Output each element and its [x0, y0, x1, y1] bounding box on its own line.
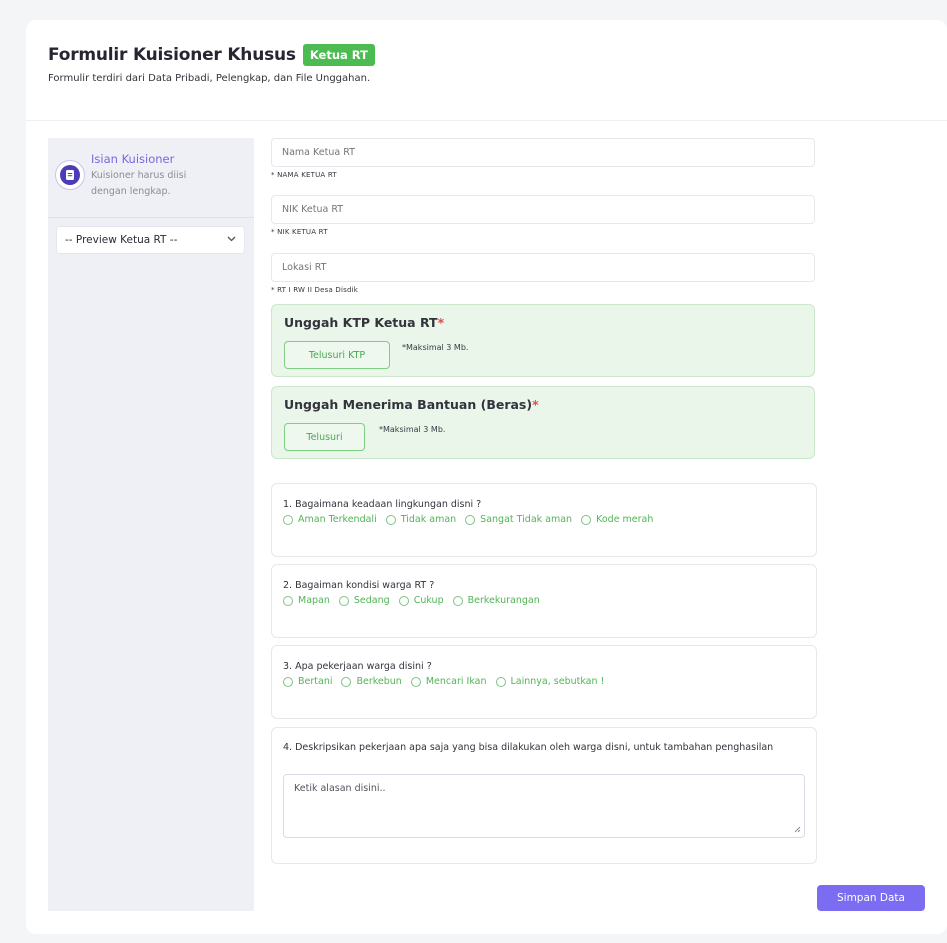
radio-option[interactable]: Kode merah	[581, 514, 653, 525]
upload-ktp-title: Unggah KTP Ketua RT*	[284, 315, 445, 330]
document-icon	[55, 160, 85, 190]
textarea-placeholder: Ketik alasan disini..	[294, 783, 386, 794]
save-button[interactable]: Simpan Data	[817, 885, 925, 911]
question-2-text: 2. Bagaiman kondisi warga RT ?	[283, 580, 435, 591]
upload-bantuan-title: Unggah Menerima Bantuan (Beras)*	[284, 397, 539, 412]
page-header: Formulir Kuisioner Khusus Ketua RT Formu…	[48, 44, 375, 84]
radio-icon	[283, 676, 293, 687]
nama-ketua-rt-input[interactable]	[271, 138, 815, 167]
question-2-options: Mapan Sedang Cukup Berkekurangan	[283, 595, 549, 606]
radio-icon	[338, 595, 349, 606]
radio-icon	[385, 514, 396, 525]
radio-icon	[283, 514, 293, 525]
alasan-textarea[interactable]: Ketik alasan disini..	[283, 774, 805, 838]
radio-option[interactable]: Bertani	[283, 676, 332, 687]
page-title: Formulir Kuisioner Khusus	[48, 45, 296, 65]
upload-ktp-note: *Maksimal 3 Mb.	[402, 343, 469, 352]
sidebar-header: Isian Kuisioner Kuisioner harus diisi de…	[48, 138, 254, 218]
page-subtitle: Formulir terdiri dari Data Pribadi, Pele…	[48, 73, 371, 84]
sidebar-title: Isian Kuisioner	[91, 152, 175, 166]
radio-icon	[581, 514, 592, 525]
radio-option[interactable]: Tidak aman	[385, 514, 456, 525]
browse-ktp-button[interactable]: Telusuri KTP	[284, 341, 390, 369]
radio-icon	[283, 595, 293, 606]
radio-option[interactable]: Sangat Tidak aman	[465, 514, 572, 525]
header-divider	[26, 120, 947, 121]
preview-select-value: -- Preview Ketua RT --	[65, 234, 178, 246]
question-4-box: 4. Deskripsikan pekerjaan apa saja yang …	[271, 727, 817, 864]
radio-option[interactable]: Berkebun	[341, 676, 402, 687]
role-badge: Ketua RT	[302, 44, 375, 66]
question-4-text: 4. Deskripsikan pekerjaan apa saja yang …	[283, 742, 774, 753]
form-card: Formulir Kuisioner Khusus Ketua RT Formu…	[26, 20, 947, 934]
nama-ketua-rt-label: * NAMA KETUA RT	[271, 171, 337, 179]
resize-handle-icon[interactable]	[794, 826, 801, 835]
radio-icon	[495, 676, 506, 687]
question-3-box: 3. Apa pekerjaan warga disini ? Bertani …	[271, 645, 817, 719]
upload-ktp-section: Unggah KTP Ketua RT* Telusuri KTP *Maksi…	[271, 304, 815, 377]
radio-option[interactable]: Mencari Ikan	[410, 676, 487, 687]
browse-bantuan-button[interactable]: Telusuri	[284, 423, 365, 451]
title-row: Formulir Kuisioner Khusus Ketua RT	[48, 44, 375, 66]
radio-option[interactable]: Sedang	[338, 595, 390, 606]
lokasi-rt-input[interactable]	[271, 253, 815, 282]
question-1-box: 1. Bagaimana keadaan lingkungan disni ? …	[271, 483, 817, 557]
question-1-options: Aman Terkendali Tidak aman Sangat Tidak …	[283, 514, 662, 525]
question-2-box: 2. Bagaiman kondisi warga RT ? Mapan Sed…	[271, 564, 817, 638]
radio-icon	[410, 676, 421, 687]
radio-option[interactable]: Berkekurangan	[452, 595, 540, 606]
radio-icon	[341, 676, 352, 687]
question-3-text: 3. Apa pekerjaan warga disini ?	[283, 661, 432, 672]
preview-select[interactable]: -- Preview Ketua RT --	[56, 226, 245, 254]
nik-ketua-rt-input[interactable]	[271, 195, 815, 224]
radio-option[interactable]: Mapan	[283, 595, 330, 606]
radio-option[interactable]: Cukup	[398, 595, 444, 606]
nik-ketua-rt-label: * NIK KETUA RT	[271, 228, 328, 236]
radio-icon	[452, 595, 463, 606]
radio-option[interactable]: Lainnya, sebutkan !	[495, 676, 604, 687]
lokasi-rt-label: * RT I RW II Desa Disdik	[271, 286, 359, 294]
chevron-down-icon	[227, 235, 236, 245]
radio-option[interactable]: Aman Terkendali	[283, 514, 377, 525]
radio-icon	[398, 595, 409, 606]
upload-bantuan-section: Unggah Menerima Bantuan (Beras)* Telusur…	[271, 386, 815, 459]
sidebar: Isian Kuisioner Kuisioner harus diisi de…	[48, 138, 254, 911]
upload-bantuan-note: *Maksimal 3 Mb.	[379, 425, 446, 434]
question-3-options: Bertani Berkebun Mencari Ikan Lainnya, s…	[283, 676, 613, 687]
radio-icon	[465, 514, 476, 525]
sidebar-description: Kuisioner harus diisi dengan lengkap.	[91, 170, 187, 197]
question-1-text: 1. Bagaimana keadaan lingkungan disni ?	[283, 499, 482, 510]
